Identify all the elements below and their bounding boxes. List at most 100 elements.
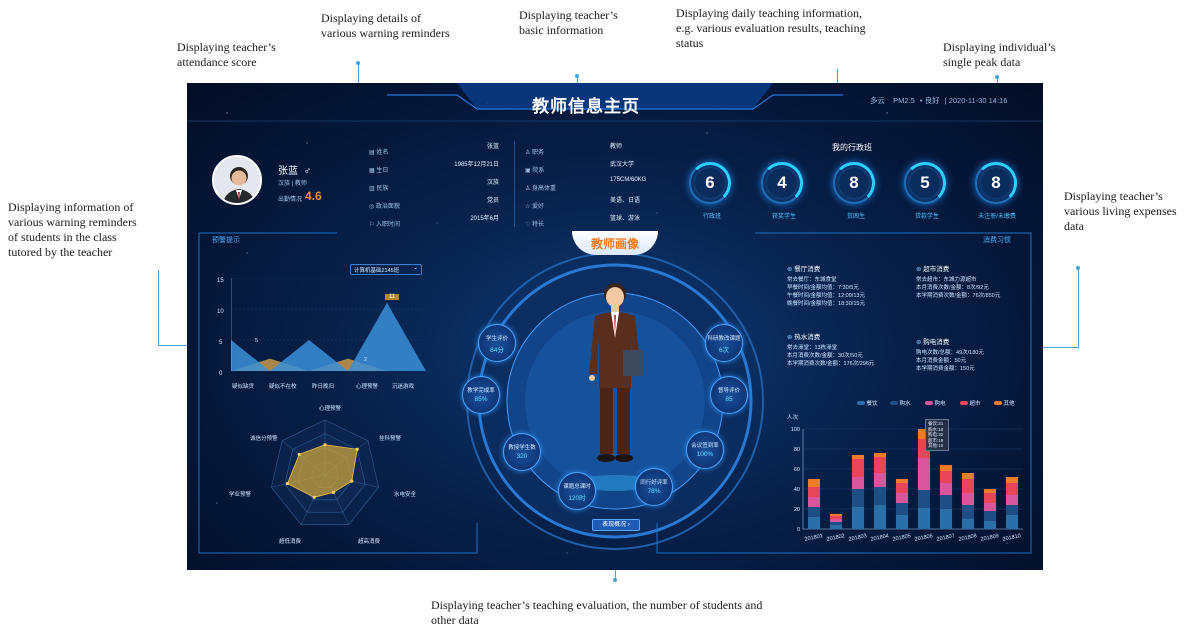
bar-segment[interactable] (917, 458, 931, 490)
bar-segment[interactable] (1005, 515, 1019, 529)
bar-segment[interactable] (939, 465, 953, 471)
canteen-line: 晚餐时间/金额均值：18:30/15元 (787, 301, 865, 307)
bar-segment[interactable] (851, 477, 865, 489)
info-row: ▥ 民族 汉族 (369, 180, 499, 192)
metric-research-projects[interactable]: 科研教改课题 6次 (705, 324, 743, 362)
performance-overview-button[interactable]: 表现概况 › (592, 519, 640, 531)
info-row: ♙ 身高体重 175CM/60KG (525, 177, 647, 192)
bar-segment[interactable] (939, 509, 953, 529)
metric-student-evaluation[interactable]: 学生评价 84分 (478, 324, 516, 362)
bar-segment[interactable] (829, 522, 843, 525)
bar-segment[interactable] (895, 483, 909, 493)
metric-peer-rating[interactable]: 同行好评率 78% (635, 468, 673, 506)
bar-segment[interactable] (807, 517, 821, 529)
ring-unregistered[interactable]: 8 (975, 162, 1017, 204)
bar-segment[interactable] (961, 479, 975, 493)
bar-segment[interactable] (873, 453, 887, 457)
bar-segment[interactable] (873, 457, 887, 473)
consumption-section-title: 消费习惯 (983, 237, 1011, 244)
bar-segment[interactable] (983, 493, 997, 503)
bar-segment[interactable] (829, 514, 843, 516)
radar-point (297, 452, 301, 457)
x-tick-label: 201803 (848, 533, 867, 543)
bar-segment[interactable] (961, 493, 975, 505)
bar-segment[interactable] (1005, 477, 1019, 483)
bar-segment[interactable] (983, 503, 997, 511)
warning-x-labels: 疑似缺贷 疑似不在校 昨日晚归 心理预警 沉迷游戏 (232, 383, 437, 392)
bar-segment[interactable] (873, 487, 887, 505)
metric-supervisor-evaluation[interactable]: 督导评价 85 (710, 376, 748, 414)
legend-item[interactable]: 超市 (960, 400, 981, 408)
market-line: 本学期消费次数/金额：76次/850元 (916, 293, 1001, 299)
water-title: ⊛ 热水消费 (787, 334, 821, 341)
ring-label: 贫困生 (846, 214, 865, 220)
legend-item[interactable]: 餐饮 (857, 400, 878, 408)
bar-segment[interactable] (829, 519, 843, 522)
class-select[interactable]: 计算机基础2145班 ⌄ (350, 264, 422, 275)
bar-segment[interactable] (829, 516, 843, 519)
power-line: 本学期消费金额：150元 (916, 366, 975, 372)
annotation-basic-info: Displaying teacher’s basic information (519, 8, 618, 37)
bar-segment[interactable] (961, 473, 975, 479)
bar-segment[interactable] (851, 459, 865, 477)
chevron-right-icon: › (627, 522, 630, 528)
bar-segment[interactable] (917, 508, 931, 529)
legend-swatch (960, 401, 968, 405)
water-line: 本学期消费次数/金额：176次/296元 (787, 361, 875, 367)
leader-dot (613, 578, 617, 582)
bar-segment[interactable] (1005, 495, 1019, 505)
info-divider (514, 141, 515, 227)
bar-segment[interactable] (873, 505, 887, 529)
annotation-living-expenses: Displaying teacher’s various living expe… (1064, 189, 1177, 233)
bar-segment[interactable] (939, 483, 953, 495)
bar-segment[interactable] (895, 503, 909, 515)
bar-segment[interactable] (895, 479, 909, 483)
bar-segment[interactable] (851, 455, 865, 459)
bar-segment[interactable] (917, 490, 931, 508)
y-tick: 5 (219, 340, 223, 346)
air-quality: • 良好 (919, 96, 940, 105)
bar-segment[interactable] (961, 505, 975, 519)
metric-students-taught[interactable]: 教授学生数 320 (503, 433, 541, 471)
x-label: 疑似缺贷 (232, 384, 255, 390)
ring-award-students[interactable]: 4 (761, 162, 803, 204)
legend-item[interactable]: 购水 (890, 400, 911, 408)
flag-icon: ⚐ (369, 222, 377, 228)
bar-segment[interactable] (939, 471, 953, 483)
bar-segment[interactable] (1005, 483, 1019, 495)
legend-swatch (857, 401, 865, 405)
metric-teaching-completion[interactable]: 教学完成率 85% (462, 376, 500, 414)
bar-segment[interactable] (851, 489, 865, 507)
ring-admin-classes[interactable]: 6 (689, 162, 731, 204)
bar-segment[interactable] (983, 521, 997, 529)
annotation-peak-data: Displaying individual’s single peak data (943, 40, 1056, 69)
radar-point (312, 495, 316, 499)
bar-segment[interactable] (961, 519, 975, 529)
bar-segment[interactable] (983, 511, 997, 521)
ring-loan-students[interactable]: 5 (904, 162, 946, 204)
water-line: 本月消费次数/金额：30次/50元 (787, 353, 863, 359)
bar-segment[interactable] (983, 489, 997, 493)
bar-segment[interactable] (873, 473, 887, 487)
legend-item[interactable]: 购电 (925, 400, 946, 408)
bar-segment[interactable] (851, 507, 865, 529)
info-row: ☆ 爱好 美语、日语 (525, 198, 641, 210)
legend-item[interactable]: 其他 (994, 400, 1015, 408)
bar-segment[interactable] (895, 515, 909, 529)
consumption-bar-chart: 020406080100201801 201802 201803 201804 2018… (791, 427, 1023, 543)
metric-course-hours[interactable]: 课题总课时 120时 (558, 472, 596, 510)
bar-segment[interactable] (807, 479, 821, 487)
radar-point (355, 447, 359, 451)
info-right-list: ♙ 职务 教师 ▣ 院系 武汉大学 ♙ 身高体重 175CM/60KG ☆ 爱好… (525, 141, 665, 231)
info-left-list: ▤ 姓名 张蓝 ▦ 生日 1985年12月21日 ▥ 民族 汉族 ◎ 政治面貌 … (369, 141, 499, 231)
bar-segment[interactable] (807, 507, 821, 517)
warning-peak-label: 11 (385, 294, 400, 300)
bar-segment[interactable] (1005, 505, 1019, 515)
metric-meeting-checkin[interactable]: 会议签到率 100% (686, 431, 724, 469)
bar-segment[interactable] (807, 497, 821, 507)
ring-poor-students[interactable]: 8 (833, 162, 875, 204)
bar-segment[interactable] (939, 495, 953, 509)
bar-segment[interactable] (807, 487, 821, 497)
bar-segment[interactable] (895, 493, 909, 503)
bar-segment[interactable] (829, 525, 843, 529)
